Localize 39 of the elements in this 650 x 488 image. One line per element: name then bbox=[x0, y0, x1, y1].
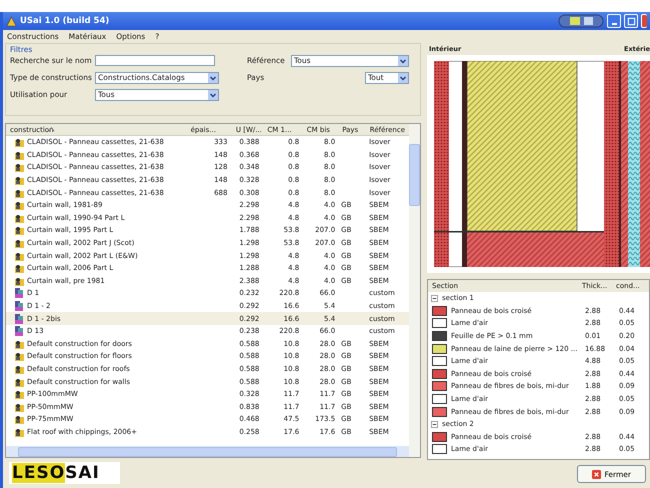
close-button[interactable] bbox=[641, 14, 647, 28]
window-title: USai 1.0 (build 54) bbox=[20, 16, 110, 26]
collapse-icon[interactable] bbox=[431, 294, 438, 302]
folder-person-icon bbox=[14, 225, 24, 236]
folder-person-icon bbox=[14, 263, 24, 274]
custom-blocks-icon bbox=[14, 301, 24, 312]
maximize-button[interactable] bbox=[624, 14, 638, 28]
folder-person-icon bbox=[14, 414, 24, 424]
folder-person-icon bbox=[14, 376, 24, 387]
folder-person-icon bbox=[14, 250, 24, 261]
folder-person-icon bbox=[14, 402, 24, 412]
logo: LESOSAI bbox=[9, 462, 120, 484]
search-field[interactable] bbox=[95, 55, 215, 66]
custom-blocks-icon bbox=[14, 314, 24, 324]
folder-person-icon bbox=[14, 212, 24, 223]
collapse-icon[interactable] bbox=[431, 420, 438, 428]
folder-person-icon bbox=[14, 238, 24, 248]
folder-person-icon bbox=[14, 338, 24, 349]
folder-person-icon bbox=[14, 150, 24, 160]
minimize-button[interactable] bbox=[607, 14, 621, 28]
maximize-icon bbox=[626, 16, 636, 26]
toolbar-pill-icon[interactable] bbox=[558, 14, 604, 28]
minimize-icon bbox=[612, 22, 616, 24]
custom-blocks-icon bbox=[14, 288, 24, 298]
folder-person-icon bbox=[14, 188, 24, 198]
folder-person-icon bbox=[14, 351, 24, 362]
custom-blocks-icon bbox=[14, 326, 24, 336]
vertical-scrollbar[interactable] bbox=[409, 124, 420, 457]
folder-person-icon bbox=[14, 175, 24, 186]
folder-person-icon bbox=[14, 389, 24, 400]
folder-person-icon bbox=[14, 162, 24, 172]
folder-person-icon bbox=[14, 276, 24, 286]
folder-person-icon bbox=[14, 364, 24, 374]
close-icon bbox=[592, 470, 601, 478]
horizontal-scrollbar[interactable] bbox=[6, 446, 409, 457]
app-icon bbox=[6, 16, 17, 26]
folder-person-icon bbox=[14, 200, 24, 210]
folder-person-icon bbox=[14, 426, 24, 437]
folder-person-icon bbox=[14, 137, 24, 148]
